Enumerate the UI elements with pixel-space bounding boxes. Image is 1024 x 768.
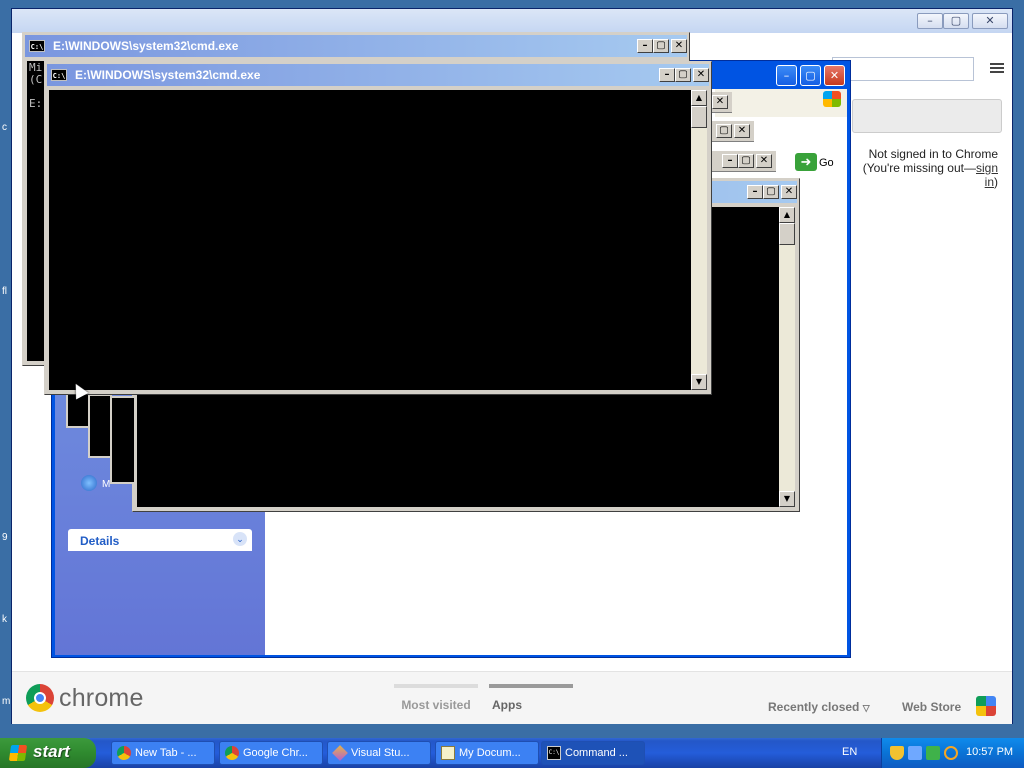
desktop-text-fragment: c [2,122,7,133]
chrome-titlebar: – ▢ ✕ [12,9,1012,33]
tab-apps-label: Apps [492,698,522,712]
maximize-button[interactable]: ▢ [716,124,732,138]
maximize-button[interactable]: ▢ [675,68,691,82]
cmd-icon: C:\ [547,746,561,760]
taskbar-button-my-documents[interactable]: My Docum... [435,741,539,765]
taskbar-button-new-tab[interactable]: New Tab - ... [111,741,215,765]
security-shield-icon[interactable] [890,746,904,760]
close-button[interactable]: ✕ [693,68,709,82]
maximize-button[interactable]: ▢ [763,185,779,199]
scroll-thumb[interactable] [691,106,707,128]
details-label: Details [80,534,120,548]
cmd-window-active: C:\ E:\WINDOWS\system32\cmd.exe – ▢ ✕ ▲ … [44,61,712,395]
folder-icon [441,746,455,760]
taskbar: start New Tab - ... Google Chr... Visual… [0,738,1024,768]
minimize-button[interactable]: – [637,39,653,53]
windows-logo-icon [8,745,28,761]
details-panel-header[interactable]: Details ⌄ [68,529,252,551]
go-button-label[interactable]: Go [819,157,834,169]
scrollbar[interactable]: ▲ ▼ [779,207,795,507]
taskbar-button-label: Google Chr... [243,747,308,759]
minimize-button[interactable]: – [722,154,738,168]
tab-most-visited-label: Most visited [401,698,471,712]
taskbar-button-label: Visual Stu... [351,747,410,759]
desktop-text-fragment: fl [2,286,7,297]
scroll-down-icon[interactable]: ▼ [779,491,795,507]
maximize-button[interactable]: ▢ [738,154,754,168]
signin-suffix: ) [994,175,998,189]
web-store-link[interactable]: Web Store [902,700,961,714]
signin-text: (You're missing out— [862,161,976,175]
explorer-toolbar [715,89,847,117]
start-button[interactable]: start [0,738,96,768]
close-button[interactable]: ✕ [712,95,728,109]
update-icon[interactable] [926,746,940,760]
taskbar-button-google-chrome[interactable]: Google Chr... [219,741,323,765]
scroll-thumb[interactable] [779,223,795,245]
close-button[interactable]: ✕ [781,185,797,199]
cmd-titlebar: C:\ E:\WINDOWS\system32\cmd.exe – ▢ ✕ [47,64,709,86]
chrome-wordmark: chrome [59,684,144,712]
chevron-down-icon: ▽ [862,703,870,713]
cmd-titlebar: C:\ E:\WINDOWS\system32\cmd.exe – ▢ ✕ [25,35,687,57]
chrome-menu-icon[interactable] [990,61,1004,75]
ntp-footer: chrome Most visited Apps Recently closed… [12,671,1012,724]
taskbar-button-label: New Tab - ... [135,747,197,759]
signin-notice: Not signed in to Chrome (You're missing … [852,147,998,189]
cmd-icon: C:\ [51,69,67,81]
go-arrow-icon[interactable]: ➜ [795,153,817,171]
window-title: E:\WINDOWS\system32\cmd.exe [53,39,239,53]
minimize-button[interactable]: – [747,185,763,199]
tab-most-visited[interactable]: Most visited [394,684,478,712]
close-button[interactable]: ✕ [824,65,845,86]
clock: 10:57 PM [966,746,1014,758]
maximize-button[interactable]: ▢ [800,65,821,86]
console-output[interactable] [49,90,691,390]
window-title: E:\WINDOWS\system32\cmd.exe [75,68,261,82]
maximize-button[interactable]: ▢ [943,13,969,29]
scroll-up-icon[interactable]: ▲ [779,207,795,223]
search-box[interactable] [852,99,1002,133]
close-button[interactable]: ✕ [972,13,1008,29]
maximize-button[interactable]: ▢ [653,39,669,53]
minimize-button[interactable]: – [917,13,943,29]
taskbar-button-label: My Docum... [459,747,521,759]
hidden-window-controls: ▢ ✕ [706,121,754,142]
signin-title: Not signed in to Chrome [868,147,998,161]
windows-logo-icon [823,91,841,107]
taskbar-button-label: Command ... [565,747,628,759]
taskbar-button-visual-studio[interactable]: Visual Stu... [327,741,431,765]
desktop-text-fragment: 9 [2,532,8,543]
language-indicator[interactable]: EN [842,746,857,758]
chrome-icon [225,746,239,760]
stacked-window-edges [66,392,136,484]
chrome-logo-icon [26,684,54,712]
system-tray: 10:57 PM [881,738,1024,768]
recently-closed-label: Recently closed [768,700,860,714]
search-icon[interactable] [944,746,958,760]
desktop-text-fragment: k [2,614,7,625]
minimize-button[interactable]: – [659,68,675,82]
close-button[interactable]: ✕ [734,124,750,138]
close-button[interactable]: ✕ [671,39,687,53]
start-label: start [33,742,70,761]
visual-studio-icon [332,745,348,761]
close-button[interactable]: ✕ [756,154,772,168]
cmd-icon: C:\ [29,40,45,52]
taskbar-button-command-prompt[interactable]: C:\ Command ... [541,741,645,765]
network-icon[interactable] [908,746,922,760]
tab-apps[interactable]: Apps [489,684,573,712]
desktop-text-fragment: m [2,696,11,707]
recently-closed-menu[interactable]: Recently closed ▽ [768,700,870,714]
scroll-up-icon[interactable]: ▲ [691,90,707,106]
web-store-icon[interactable] [976,696,996,716]
chevron-down-icon[interactable]: ⌄ [233,532,247,546]
scrollbar[interactable]: ▲ ▼ [691,90,707,390]
address-bar[interactable] [832,57,974,81]
hidden-window-controls: – ▢ ✕ [712,151,776,172]
chrome-icon [117,746,131,760]
scroll-down-icon[interactable]: ▼ [691,374,707,390]
minimize-button[interactable]: – [776,65,797,86]
